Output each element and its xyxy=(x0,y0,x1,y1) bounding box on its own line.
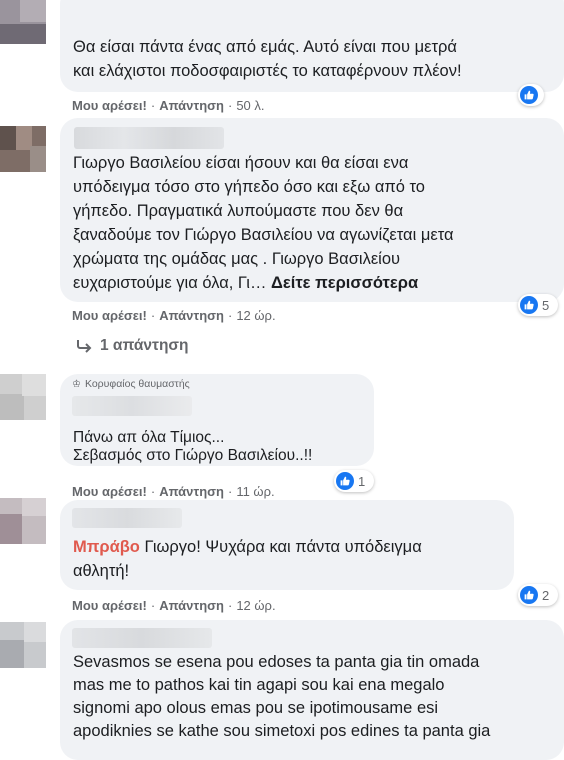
comment-bubble: Sevasmos se esena pou edoses ta panta gi… xyxy=(60,620,564,760)
separator: · xyxy=(227,598,233,613)
reaction-summary[interactable]: 2 xyxy=(518,584,558,606)
comment-text-line: Θα είσαι πάντα ένας από εμάς. Αυτό είναι… xyxy=(73,38,457,56)
comment-text-line: mas me to pathos kai tin agapi sou kai e… xyxy=(73,676,445,694)
comment-text-line: υπόδειγμα τόσο στο γήπεδο όσο και εξω απ… xyxy=(73,178,425,196)
reaction-summary[interactable]: 1 xyxy=(334,470,374,492)
avatar[interactable] xyxy=(0,0,46,44)
comment-actions: Μου αρέσει! · Απάντηση · 12 ώρ. xyxy=(72,598,276,613)
timestamp[interactable]: 12 ώρ. xyxy=(236,308,275,323)
comment-text-line: Sevasmos se esena pou edoses ta panta gi… xyxy=(73,653,480,671)
top-fan-badge[interactable]: ♔ Κορυφαίος θαυμαστής xyxy=(72,378,190,390)
comment-text-line: Σεβασμός στο Γιώργο Βασιλείου..!! xyxy=(73,447,313,464)
author-name[interactable] xyxy=(72,628,212,648)
comment-text-line: χρώματα της ομάδας μας . Γιωργο Βασιλείο… xyxy=(73,250,401,268)
reaction-summary[interactable]: 5 xyxy=(518,294,558,316)
reply-link[interactable]: Απάντηση xyxy=(159,98,224,113)
comment-bubble: ♔ Κορυφαίος θαυμαστής Πάνω απ όλα Τίμιος… xyxy=(60,374,374,466)
comment-text-line: ευχαριστούμε για όλα, Γι… Δείτε περισσότ… xyxy=(73,272,418,296)
reply-link[interactable]: Απάντηση xyxy=(159,308,224,323)
top-fan-icon: ♔ xyxy=(72,378,81,390)
comment-text-line: signomi apo olous emas pou se ipotimousa… xyxy=(73,699,439,717)
like-link[interactable]: Μου αρέσει! xyxy=(72,308,147,323)
like-link[interactable]: Μου αρέσει! xyxy=(72,98,147,113)
comment-bubble: Θα είσαι πάντα ένας από εμάς. Αυτό είναι… xyxy=(60,0,564,92)
separator: · xyxy=(150,308,156,323)
reaction-summary[interactable] xyxy=(518,84,544,106)
comment-bubble: Γιωργο Βασιλείου είσαι ήσουν και θα είσα… xyxy=(60,118,564,302)
comment-actions: Μου αρέσει! · Απάντηση · 12 ώρ. xyxy=(72,308,276,323)
separator: · xyxy=(227,484,233,499)
timestamp[interactable]: 12 ώρ. xyxy=(236,598,275,613)
see-more-link[interactable]: Δείτε περισσότερα xyxy=(271,274,418,292)
like-icon xyxy=(520,86,538,104)
reply-arrow-icon xyxy=(77,340,92,353)
comment-text-line: γήπεδο. Πραγματικά λυπούμαστε που δεν θα xyxy=(73,202,404,220)
reaction-count: 1 xyxy=(358,473,366,489)
author-name[interactable] xyxy=(74,127,224,149)
timestamp[interactable]: 11 ώρ. xyxy=(236,484,274,499)
avatar[interactable] xyxy=(0,126,46,172)
avatar[interactable] xyxy=(0,498,46,544)
reply-link[interactable]: Απάντηση xyxy=(159,598,224,613)
comment-text-line: Γιωργο Βασιλείου είσαι ήσουν και θα είσα… xyxy=(73,154,409,172)
separator: · xyxy=(227,308,233,323)
separator: · xyxy=(150,598,156,613)
comment-text-line: Μπράβο Γιωργο! Ψυχάρα και πάντα υπόδειγμ… xyxy=(73,536,422,560)
avatar[interactable] xyxy=(0,622,46,668)
reaction-count: 5 xyxy=(542,297,550,313)
comment-text-line: και ελάχιστοι ποδοσφαιριστές το καταφέρν… xyxy=(73,62,462,80)
like-icon xyxy=(520,296,538,314)
replies-count-label: 1 απάντηση xyxy=(100,337,189,354)
author-name[interactable] xyxy=(72,508,182,528)
view-replies-link[interactable]: 1 απάντηση xyxy=(76,337,189,355)
timestamp[interactable]: 50 λ. xyxy=(236,98,264,113)
reaction-count: 2 xyxy=(542,587,550,603)
like-icon xyxy=(336,472,354,490)
comment-text-line: αθλητή! xyxy=(73,562,130,580)
like-link[interactable]: Μου αρέσει! xyxy=(72,598,147,613)
reply-link[interactable]: Απάντηση xyxy=(159,484,224,499)
comment-text-line: apodiknies se kathe sou simetoxi pos edi… xyxy=(73,722,491,740)
separator: · xyxy=(150,484,156,499)
separator: · xyxy=(227,98,233,113)
author-name[interactable] xyxy=(72,396,192,416)
top-fan-label: Κορυφαίος θαυμαστής xyxy=(84,378,190,390)
comment-text-truncated: ευχαριστούμε για όλα, Γι… xyxy=(73,274,272,292)
like-link[interactable]: Μου αρέσει! xyxy=(72,484,147,499)
comment-text-rest: Γιωργο! Ψυχάρα και πάντα υπόδειγμα xyxy=(139,538,422,556)
comment-actions: Μου αρέσει! · Απάντηση · 50 λ. xyxy=(72,98,265,113)
comment-actions: Μου αρέσει! · Απάντηση · 11 ώρ. xyxy=(72,484,275,499)
mention-highlight[interactable]: Μπράβο xyxy=(73,538,140,556)
like-icon xyxy=(520,586,538,604)
comment-text-line: ξαναδούμε τον Γιώργο Βασιλείου να αγωνίζ… xyxy=(73,226,454,244)
separator: · xyxy=(150,98,156,113)
comment-bubble: Μπράβο Γιωργο! Ψυχάρα και πάντα υπόδειγμ… xyxy=(60,500,514,590)
avatar[interactable] xyxy=(0,374,46,420)
